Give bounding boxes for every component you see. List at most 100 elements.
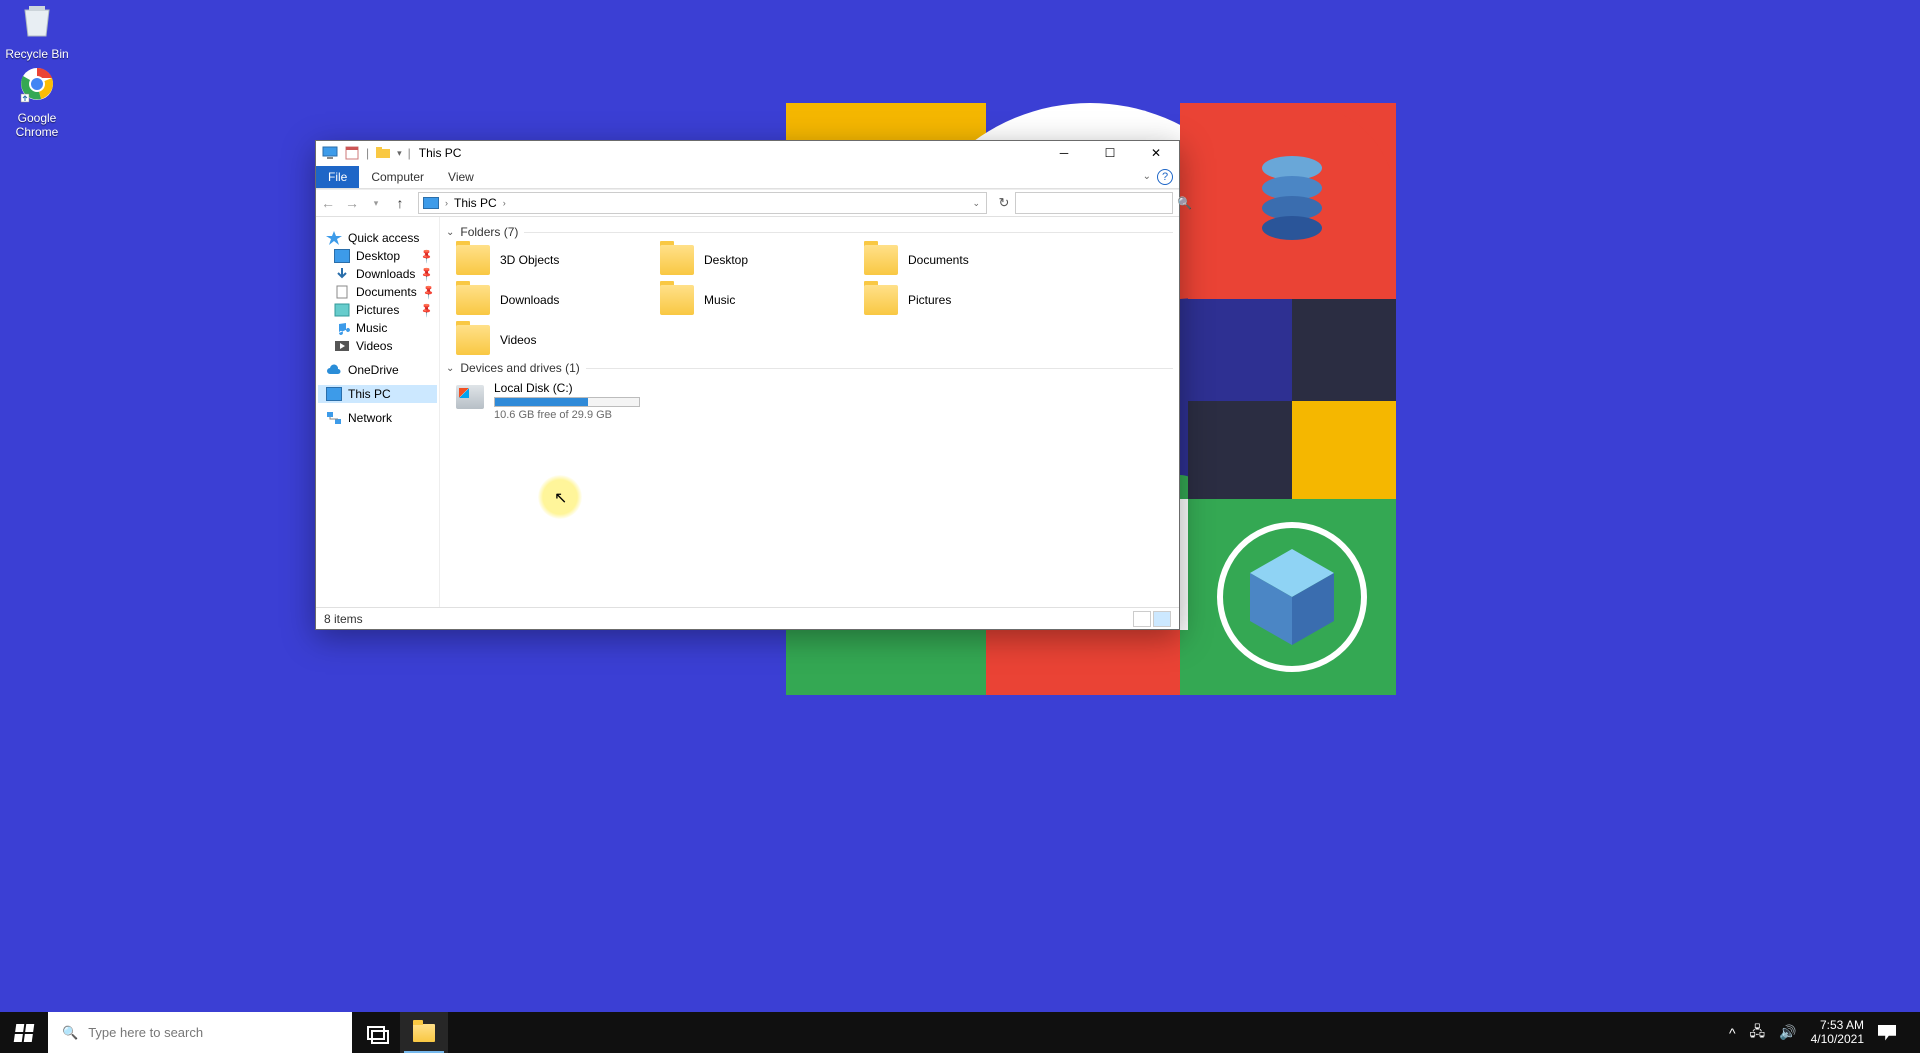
folder-label: 3D Objects [500, 253, 559, 267]
task-view-button[interactable] [352, 1012, 400, 1053]
tray-chevron-up-icon[interactable]: ^ [1729, 1025, 1736, 1041]
nav-this-pc[interactable]: This PC [318, 385, 437, 403]
folder-label: Videos [500, 333, 536, 347]
breadcrumb-this-pc[interactable]: This PC [454, 196, 497, 210]
drive-free-text: 10.6 GB free of 29.9 GB [494, 409, 640, 421]
system-tray: ^ 🖧 🔊 7:53 AM 4/10/2021 [1729, 1019, 1920, 1047]
drive-local-disk-c[interactable]: Local Disk (C:) 10.6 GB free of 29.9 GB [454, 379, 642, 423]
search-box[interactable]: 🔍 [1015, 192, 1173, 214]
drive-icon [456, 385, 484, 409]
folder-label: Documents [908, 253, 969, 267]
folder-desktop[interactable]: Desktop [658, 243, 844, 277]
nav-pane: Quick access Desktop📌 Downloads📌 Documen… [316, 217, 440, 607]
taskbar-file-explorer[interactable] [400, 1012, 448, 1053]
music-icon [334, 321, 350, 335]
chevron-down-icon[interactable]: ⌄ [446, 227, 454, 238]
search-icon[interactable]: 🔍 [1177, 196, 1192, 210]
chevron-right-icon[interactable]: › [445, 198, 448, 208]
start-button[interactable] [0, 1012, 48, 1053]
this-pc-icon [326, 387, 342, 401]
folder-pictures[interactable]: Pictures [862, 283, 1048, 317]
folder-icon [864, 285, 898, 315]
chrome-icon[interactable]: Google Chrome [0, 64, 74, 140]
taskbar-search[interactable]: 🔍 Type here to search [48, 1012, 352, 1053]
folder-downloads[interactable]: Downloads [454, 283, 640, 317]
group-folders-header[interactable]: ⌄ Folders (7) [446, 221, 1173, 243]
folder-icon [413, 1024, 435, 1042]
address-pc-icon [423, 197, 439, 209]
recent-dropdown[interactable]: ▾ [364, 191, 388, 215]
tray-clock[interactable]: 7:53 AM 4/10/2021 [1811, 1019, 1864, 1047]
download-icon [334, 267, 350, 281]
tray-network-icon[interactable]: 🖧 [1750, 1021, 1766, 1045]
content-pane[interactable]: ⌄ Folders (7) 3D Objects Desktop Documents… [440, 217, 1179, 607]
help-icon[interactable]: ? [1157, 169, 1173, 185]
drive-usage-bar [494, 397, 640, 407]
folder-icon [660, 245, 694, 275]
network-icon [326, 411, 342, 425]
wallpaper-art-right [1188, 103, 1396, 695]
nav-downloads[interactable]: Downloads📌 [318, 265, 437, 283]
folder-label: Downloads [500, 293, 559, 307]
tab-computer[interactable]: Computer [359, 166, 436, 188]
folder-icon [864, 245, 898, 275]
folder-icon [456, 325, 490, 355]
qat-dropdown-icon[interactable]: ▾ [397, 148, 402, 159]
folder-3d-objects[interactable]: 3D Objects [454, 243, 640, 277]
minimize-button[interactable]: ─ [1041, 141, 1087, 165]
refresh-button[interactable]: ↻ [993, 195, 1015, 211]
folder-music[interactable]: Music [658, 283, 844, 317]
nav-onedrive[interactable]: OneDrive [318, 361, 437, 379]
folder-icon [456, 245, 490, 275]
taskbar: 🔍 Type here to search ^ 🖧 🔊 7:53 AM 4/10… [0, 1012, 1920, 1053]
maximize-button[interactable]: ☐ [1087, 141, 1133, 165]
folder-videos[interactable]: Videos [454, 323, 640, 357]
address-bar[interactable]: › This PC › ⌄ [418, 192, 987, 214]
nav-network[interactable]: Network [318, 409, 437, 427]
details-view-button[interactable] [1133, 611, 1151, 627]
forward-button[interactable]: → [340, 191, 364, 215]
group-drives-header[interactable]: ⌄ Devices and drives (1) [446, 357, 1173, 379]
up-button[interactable]: ↑ [388, 191, 412, 215]
ribbon-expand-icon[interactable]: ⌄ [1143, 171, 1151, 182]
folder-label: Music [704, 293, 735, 307]
action-center-icon[interactable] [1878, 1025, 1896, 1041]
tab-view[interactable]: View [436, 166, 486, 188]
pin-icon: 📌 [418, 302, 435, 319]
nav-pictures[interactable]: Pictures📌 [318, 301, 437, 319]
windows-logo-icon [14, 1024, 35, 1042]
address-dropdown-icon[interactable]: ⌄ [966, 198, 986, 209]
folder-documents[interactable]: Documents [862, 243, 1048, 277]
status-bar: 8 items [316, 607, 1179, 629]
tray-volume-icon[interactable]: 🔊 [1779, 1024, 1796, 1041]
drive-label: Local Disk (C:) [494, 381, 640, 395]
status-item-count: 8 items [324, 612, 363, 626]
back-button[interactable]: ← [316, 191, 340, 215]
pin-icon: 📌 [418, 248, 435, 265]
search-placeholder: Type here to search [88, 1025, 203, 1040]
chevron-down-icon[interactable]: ⌄ [446, 363, 454, 374]
folder-label: Pictures [908, 293, 951, 307]
task-view-icon [367, 1026, 385, 1040]
cloud-icon [326, 363, 342, 377]
nav-desktop[interactable]: Desktop📌 [318, 247, 437, 265]
chevron-right-icon[interactable]: › [503, 198, 506, 208]
nav-music[interactable]: Music [318, 319, 437, 337]
recycle-bin-icon[interactable]: Recycle Bin [0, 0, 74, 61]
close-button[interactable]: ✕ [1133, 141, 1179, 165]
search-input[interactable] [1016, 196, 1177, 210]
tiles-view-button[interactable] [1153, 611, 1171, 627]
chrome-label: Google Chrome [0, 111, 74, 140]
nav-quick-access[interactable]: Quick access [318, 229, 437, 247]
picture-icon [334, 303, 350, 317]
nav-videos[interactable]: Videos [318, 337, 437, 355]
document-icon [334, 285, 350, 299]
star-icon [326, 231, 342, 245]
nav-documents[interactable]: Documents📌 [318, 283, 437, 301]
title-bar[interactable]: | ▾ | This PC ─ ☐ ✕ [316, 141, 1179, 165]
folder-icon [660, 285, 694, 315]
cursor-icon: ↖ [554, 488, 567, 508]
properties-icon[interactable] [344, 145, 360, 161]
qat-folder-icon[interactable] [375, 145, 391, 161]
tab-file[interactable]: File [316, 166, 359, 188]
